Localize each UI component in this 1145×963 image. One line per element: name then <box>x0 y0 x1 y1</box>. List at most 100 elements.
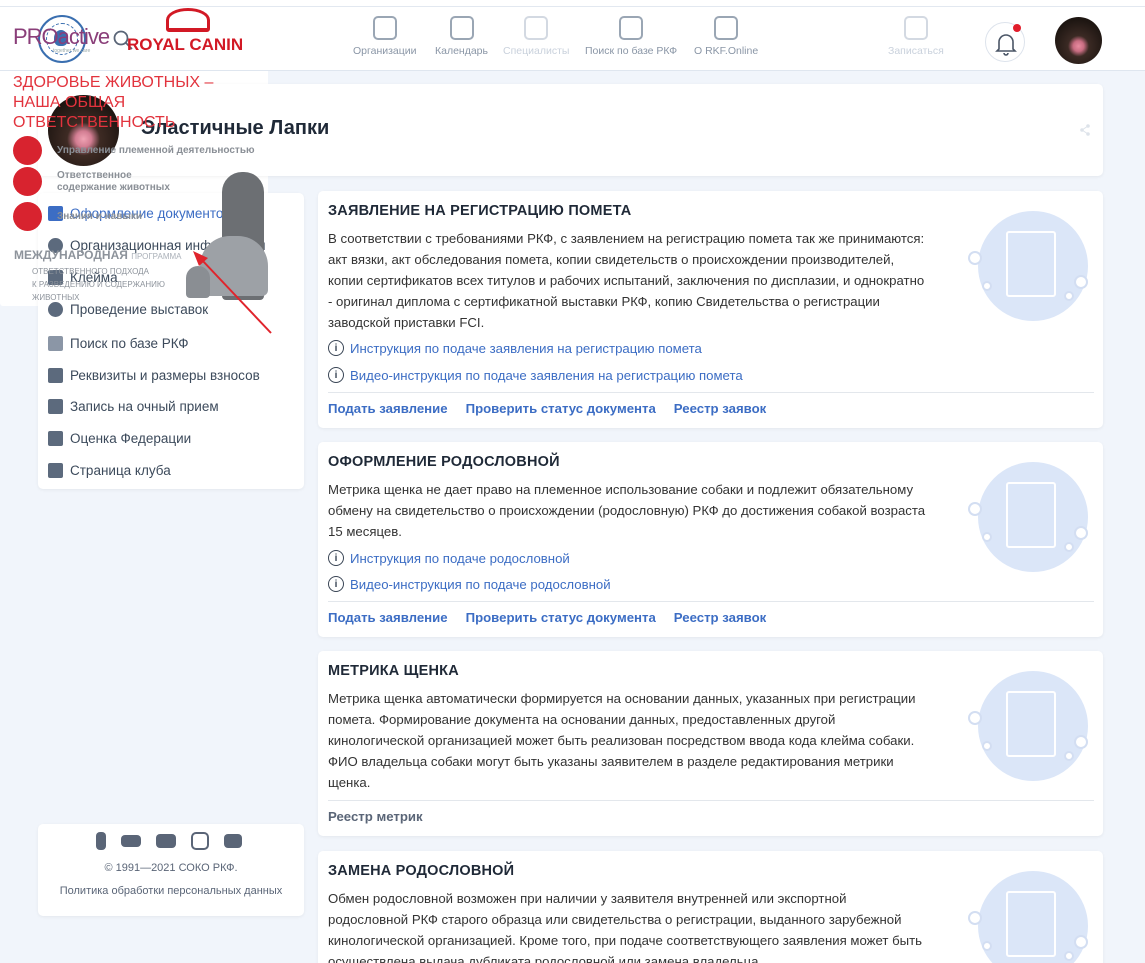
section-actions: Подать заявление Проверить статус докуме… <box>328 401 766 416</box>
vk-icon[interactable] <box>121 835 141 847</box>
section-description: Метрика щенка не дает право на племенное… <box>328 482 926 539</box>
section-pedigree: ОФОРМЛЕНИЕ РОДОСЛОВНОЙ Метрика щенка не … <box>318 442 1103 637</box>
calendar-icon <box>449 16 474 40</box>
facebook-icon[interactable] <box>96 832 106 850</box>
link-label: Видео-инструкция по подаче заявления на … <box>350 367 743 383</box>
share-icon[interactable] <box>1079 124 1091 136</box>
program-line: ОТВЕТСТВЕННОГО ПОДХОДА <box>32 267 149 276</box>
proactive-text: PROactive <box>13 24 110 49</box>
divider <box>328 601 1094 602</box>
sidebar-item-search[interactable]: Поиск по базе РКФ <box>48 336 188 351</box>
program-line: К РАЗВЕДЕНИЮ И СОДЕРЖАНИЮ <box>32 280 165 289</box>
nav-label: О RKF.Online <box>694 45 759 57</box>
promo-item: Знания и навыки <box>13 202 142 231</box>
user-avatar[interactable] <box>1055 17 1102 64</box>
nav-specialists[interactable]: Специалисты <box>503 16 569 57</box>
promo-program-title: МЕЖДУНАРОДНАЯ ПРОГРАММА <box>14 248 181 262</box>
money-icon <box>48 368 63 383</box>
cat-silhouette <box>186 266 210 298</box>
submit-application-button[interactable]: Подать заявление <box>328 401 448 416</box>
promo-item-label: Управление племенной деятельностью <box>57 144 255 156</box>
privacy-policy-link[interactable]: Политика обработки персональных данных <box>38 885 304 897</box>
medal-icon <box>48 302 63 317</box>
social-links <box>96 832 242 850</box>
sidebar-item-club-page[interactable]: Страница клуба <box>48 463 171 478</box>
sidebar-item-rating[interactable]: Оценка Федерации <box>48 431 191 446</box>
promo-item-label: Ответственное содержание животных <box>57 169 170 193</box>
nav-search-database[interactable]: Поиск по базе РКФ <box>585 16 677 57</box>
section-title: ЗАЯВЛЕНИЕ НА РЕГИСТРАЦИЮ ПОМЕТА <box>328 203 632 219</box>
sidebar-item-requisites[interactable]: Реквизиты и размеры взносов <box>48 368 260 383</box>
promo-program-lines: ОТВЕТСТВЕННОГО ПОДХОДА К РАЗВЕДЕНИЮ И СО… <box>32 265 165 304</box>
promo-banner[interactable]: PROactive together we care ROYAL CANIN ЗД… <box>0 0 268 306</box>
nav-label: Специалисты <box>503 45 570 57</box>
telegram-icon[interactable] <box>224 834 242 848</box>
promo-headline: ЗДОРОВЬЕ ЖИВОТНЫХ – НАША ОБЩАЯ ОТВЕТСТВЕ… <box>13 74 214 131</box>
nav-signup[interactable]: Записаться <box>888 16 944 57</box>
clipboard-icon <box>48 399 63 414</box>
nav-about[interactable]: О RKF.Online <box>694 16 758 57</box>
applications-registry-button[interactable]: Реестр заявок <box>674 401 766 416</box>
info-icon: i <box>328 576 344 592</box>
rating-icon <box>48 431 63 446</box>
section-title: МЕТРИКА ЩЕНКА <box>328 663 459 679</box>
section-title: ЗАМЕНА РОДОСЛОВНОЙ <box>328 863 515 879</box>
applications-registry-button[interactable]: Реестр заявок <box>674 610 766 625</box>
divider <box>328 800 1094 801</box>
sidebar-item-label: Проведение выставок <box>70 302 209 317</box>
sidebar-item-label: Запись на очный прием <box>70 399 219 414</box>
sidebar-item-appointment[interactable]: Запись на очный прием <box>48 399 219 414</box>
notifications-button[interactable] <box>985 22 1025 62</box>
youtube-icon[interactable] <box>156 834 176 848</box>
sidebar-item-exhibitions[interactable]: Проведение выставок <box>48 302 208 317</box>
signup-icon <box>903 16 928 40</box>
instagram-icon[interactable] <box>191 832 209 850</box>
section-pedigree-replacement: ЗАМЕНА РОДОСЛОВНОЙ Обмен родословной воз… <box>318 851 1103 963</box>
check-status-button[interactable]: Проверить статус документа <box>466 401 656 416</box>
video-instruction-link[interactable]: i Видео-инструкция по подаче заявления на… <box>328 367 743 383</box>
check-status-button[interactable]: Проверить статус документа <box>466 610 656 625</box>
nav-calendar[interactable]: Календарь <box>435 16 488 57</box>
care-icon <box>13 167 42 196</box>
section-description: Метрика щенка автоматически формируется … <box>328 691 916 790</box>
royal-canin-crown-icon <box>166 8 210 32</box>
footer-card: © 1991—2021 СОКО РКФ. Политика обработки… <box>38 824 304 916</box>
checklist-illustration-icon <box>968 671 1088 791</box>
info-icon: i <box>328 340 344 356</box>
nav-organizations[interactable]: Организации <box>353 16 417 57</box>
promo-item-label: Знания и навыки <box>57 210 143 222</box>
promo-item: Ответственное содержание животных <box>13 167 183 196</box>
section-description: Обмен родословной возможен при наличии у… <box>328 891 923 963</box>
breeding-icon <box>13 136 42 165</box>
organizations-icon <box>372 16 397 40</box>
nav-label: Записаться <box>888 45 944 57</box>
proactive-logo: PROactive together we care <box>13 24 110 54</box>
nav-label: Организации <box>353 45 417 57</box>
page-icon <box>48 463 63 478</box>
promo-item: Управление племенной деятельностью <box>13 136 255 165</box>
specialists-icon <box>524 16 549 40</box>
submit-application-button[interactable]: Подать заявление <box>328 610 448 625</box>
link-label: Видео-инструкция по подаче родословной <box>350 576 611 592</box>
sidebar-item-label: Реквизиты и размеры взносов <box>70 368 260 383</box>
instruction-link[interactable]: i Инструкция по подаче родословной <box>328 550 570 566</box>
sidebar-menu: Оформление документов Организационная ин… <box>38 193 304 489</box>
section-actions: Подать заявление Проверить статус докуме… <box>328 610 766 625</box>
sidebar-item-label: Оценка Федерации <box>70 431 192 446</box>
pedigree-illustration-icon <box>968 462 1088 582</box>
metrics-registry-button[interactable]: Реестр метрик <box>328 809 423 824</box>
section-litter-registration: ЗАЯВЛЕНИЕ НА РЕГИСТРАЦИЮ ПОМЕТА В соотве… <box>318 191 1103 428</box>
section-puppy-metric: МЕТРИКА ЩЕНКА Метрика щенка автоматическ… <box>318 651 1103 836</box>
info-icon: i <box>328 550 344 566</box>
section-description: В соответствии с требованиями РКФ, с зая… <box>328 231 925 330</box>
search-database-icon <box>48 336 63 351</box>
dog-silhouette <box>200 236 268 296</box>
search-database-icon <box>619 16 644 40</box>
nav-label: Календарь <box>435 45 488 57</box>
section-actions: Реестр метрик <box>328 809 423 824</box>
instruction-link[interactable]: i Инструкция по подаче заявления на регис… <box>328 340 702 356</box>
video-instruction-link[interactable]: i Видео-инструкция по подаче родословной <box>328 576 611 592</box>
program-small: ПРОГРАММА <box>131 252 182 261</box>
link-label: Инструкция по подаче родословной <box>350 550 570 566</box>
chip-icon <box>714 16 739 40</box>
